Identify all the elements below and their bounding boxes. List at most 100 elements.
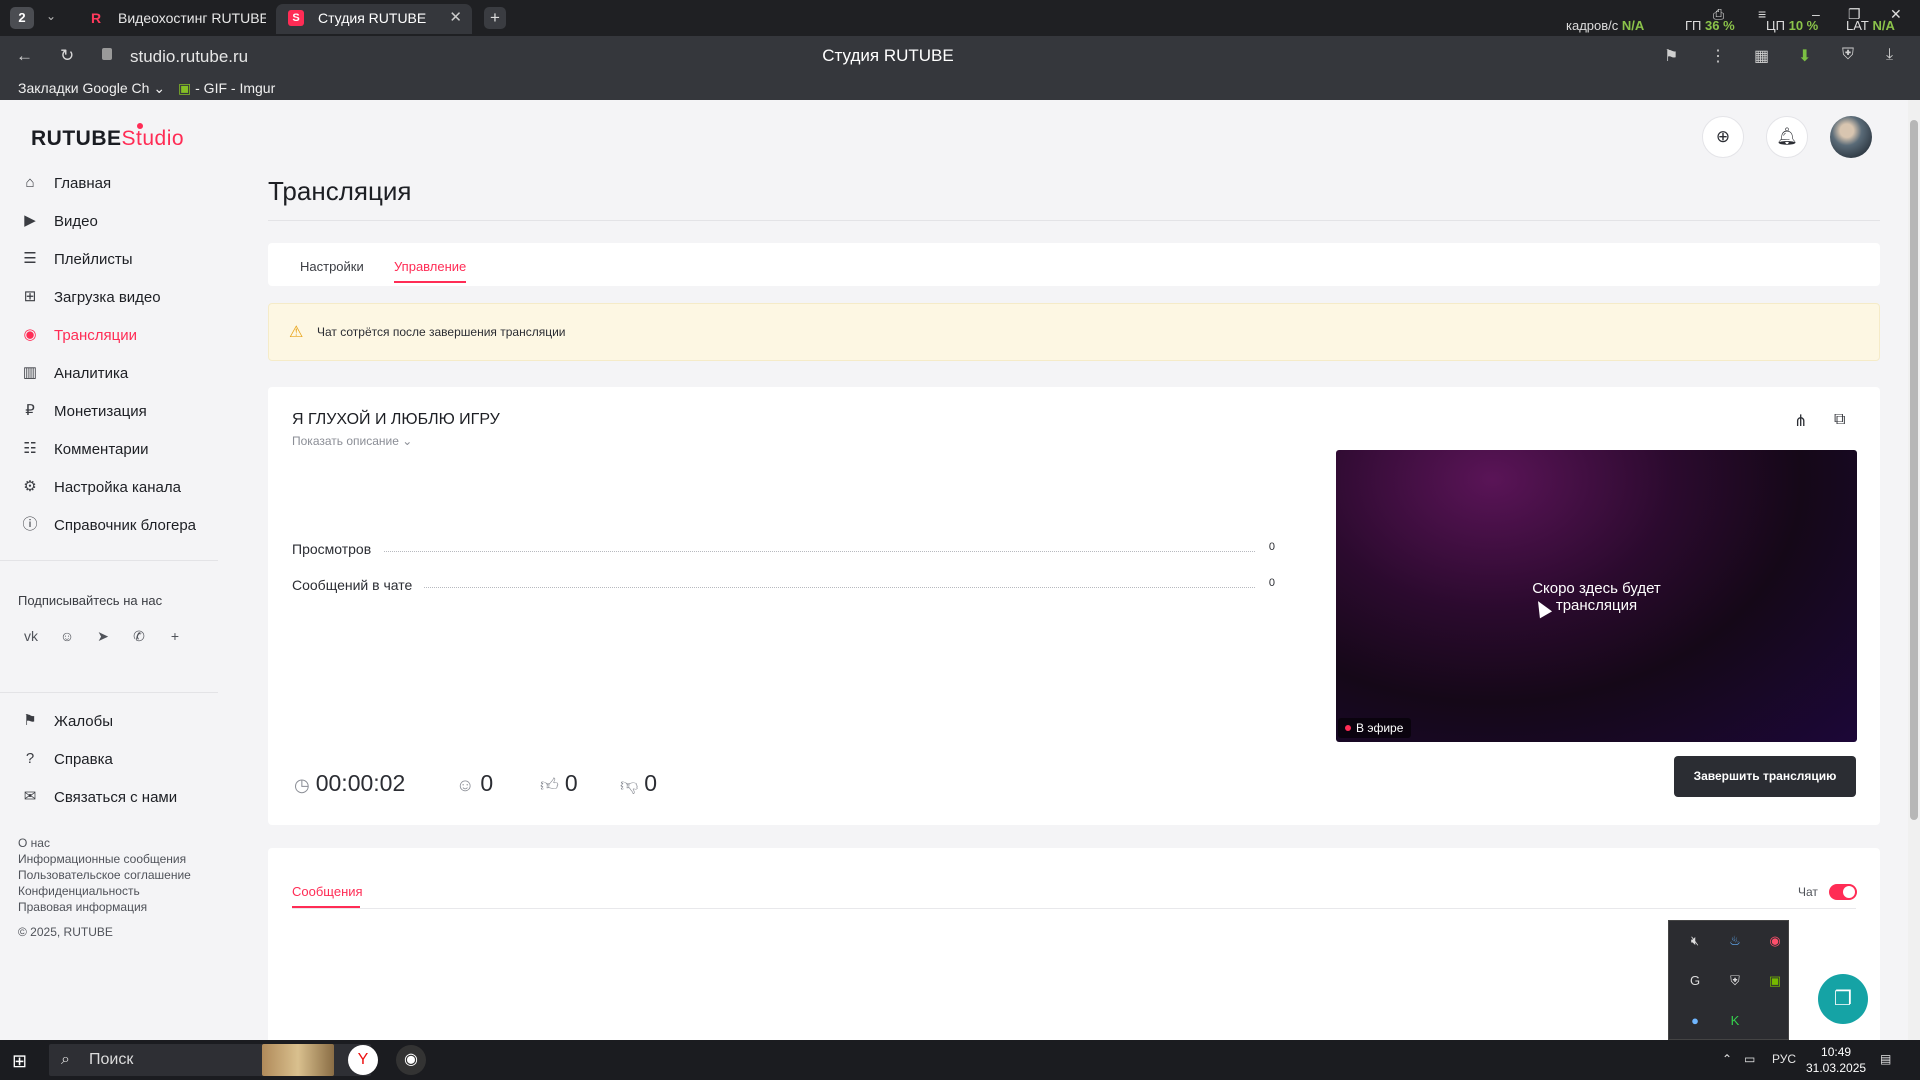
footer-link-privacy[interactable]: Конфиденциальность (18, 884, 140, 898)
add-content-button[interactable]: ⊕ (1702, 116, 1744, 158)
bookmark-panel-icon[interactable]: ⎙ (1713, 6, 1724, 23)
language-indicator[interactable]: РУС (1772, 1052, 1796, 1066)
sidebar-item-broadcasts[interactable]: ◉ Трансляции (0, 317, 220, 355)
footer-link-info[interactable]: Информационные сообщения (18, 852, 186, 866)
bookmark-google[interactable]: Закладки Google Ch ⌄ (18, 80, 165, 97)
page-scrollbar[interactable] (1908, 100, 1920, 1040)
thumbs-up-icon: 👍︎ (540, 775, 559, 795)
sidebar-item-upload[interactable]: ⊞ Загрузка видео (0, 279, 220, 317)
comments-icon: ☷ (23, 440, 37, 457)
tab-management[interactable]: Управление (394, 259, 466, 274)
odnoklassniki-icon[interactable]: ☺ (56, 625, 78, 647)
sidebar-item-video[interactable]: ▶ Видео (0, 203, 220, 241)
obs-icon[interactable]: ◉ (1765, 931, 1785, 951)
flag-icon: ⚑ (23, 712, 37, 729)
windows-start-icon[interactable]: ⊞ (12, 1051, 27, 1072)
scroll-thumb[interactable] (1910, 120, 1918, 820)
obs-taskbar-icon[interactable]: ◉ (396, 1045, 426, 1075)
restore-icon[interactable]: ❐ (1848, 6, 1861, 23)
warning-banner: ⚠ Чат сотрётся после завершения трансляц… (268, 303, 1880, 361)
footer-link-agreement[interactable]: Пользовательское соглашение (18, 868, 191, 882)
shield-icon[interactable]: ⛨ (1842, 46, 1854, 64)
browser-tab-rutube[interactable]: R Видеохостинг RUTUBE. С (76, 4, 266, 34)
sidebar-nav: ⌂ Главная ▶ Видео ☰ Плейлисты ⊞ Загрузка вид… (0, 165, 220, 545)
minimize-icon[interactable]: – (1812, 6, 1820, 22)
sidebar-item-blogger-guide[interactable]: ⓘ Справочник блогера (0, 507, 220, 545)
new-tab-button[interactable]: + (484, 7, 506, 29)
chat-toggle-label: Чат (1798, 885, 1818, 899)
tab-label: Студия RUTUBE (318, 10, 427, 26)
sidebar-item-comments[interactable]: ☷ Комментарии (0, 431, 220, 469)
sidebar-item-analytics[interactable]: ▥ Аналитика (0, 355, 220, 393)
kaspersky-icon[interactable]: K (1725, 1011, 1745, 1031)
more-icon[interactable]: ⋮ (1710, 46, 1726, 66)
more-social-icon[interactable]: + (164, 625, 186, 647)
stat-leader (384, 551, 1255, 552)
steam-icon[interactable]: ♨ (1725, 931, 1745, 951)
tab-count-button[interactable]: 2 (10, 7, 34, 29)
stream-preview-player[interactable]: Скоро здесь будет трансляция В эфире (1336, 450, 1857, 742)
windows-taskbar: ⊞ ⌕ Поиск Y ◉ ⌃ ▭ РУС 10:49 31.03.2025 ▤ (0, 1040, 1920, 1080)
tab-messages[interactable]: Сообщения (292, 884, 363, 899)
stat-label: Сообщений в чате (292, 577, 413, 593)
footer-link-about[interactable]: О нас (18, 836, 50, 850)
notifications-center-icon[interactable]: ▤ (1880, 1052, 1891, 1066)
stat-views: Просмотров 0 (292, 541, 1275, 559)
nvidia-icon[interactable]: ▣ (1765, 971, 1785, 991)
clock[interactable]: 10:49 31.03.2025 (1806, 1044, 1866, 1076)
tray-expand-icon[interactable]: ⌃ (1722, 1052, 1732, 1066)
sidebar-item-complaints[interactable]: ⚑ Жалобы (0, 703, 220, 741)
viber-icon[interactable]: ✆ (128, 625, 150, 647)
avatar[interactable] (1830, 116, 1872, 158)
tab-settings[interactable]: Настройки (300, 259, 364, 274)
stream-viewers: ☺ 0 (456, 770, 494, 796)
external-link-icon[interactable]: ⧉ (1834, 411, 1845, 429)
plus-square-icon: ⊕ (1715, 127, 1731, 146)
settings-icon: ⚙ (23, 478, 37, 495)
stat-label: Просмотров (292, 541, 372, 557)
logo-dot (137, 123, 143, 129)
download-icon[interactable]: ⤓ (1886, 46, 1893, 64)
bookmark-imgur[interactable]: ▣ - GIF - Imgur (178, 80, 275, 97)
bell-icon: 🔔︎ (1776, 127, 1798, 146)
sidebar-item-channel-settings[interactable]: ⚙ Настройка канала (0, 469, 220, 507)
security-icon[interactable]: ⛨ (1725, 971, 1745, 991)
network-app-icon[interactable]: ● (1685, 1011, 1705, 1031)
mute-icon[interactable]: 🔇︎ (1685, 931, 1705, 951)
support-chat-button[interactable]: ❐ (1818, 974, 1868, 1024)
chevron-down-icon[interactable]: ⌄ (46, 9, 56, 23)
sidebar-item-playlists[interactable]: ☰ Плейлисты (0, 241, 220, 279)
g-hub-icon[interactable]: G (1685, 971, 1705, 991)
mail-icon: ✉ (23, 788, 37, 805)
chat-toggle[interactable] (1829, 884, 1857, 900)
footer-link-legal[interactable]: Правовая информация (18, 900, 147, 914)
stream-likes: 👍︎ 0 (540, 770, 578, 796)
end-stream-button[interactable]: Завершить трансляцию (1674, 756, 1856, 797)
rutube-studio-logo[interactable]: RUTUBEStudio (31, 123, 184, 151)
bookmark-icon[interactable]: ⚑ (1664, 46, 1678, 66)
qr-icon[interactable]: ▦ (1754, 46, 1769, 66)
download-manager-icon[interactable]: ⬇ (1798, 46, 1811, 66)
page-title: Трансляция (268, 176, 412, 206)
active-tab-indicator (394, 281, 466, 283)
yandex-browser-icon[interactable]: Y (348, 1045, 378, 1075)
telegram-icon[interactable]: ➤ (92, 625, 114, 647)
notifications-button[interactable]: 🔔︎ (1766, 116, 1808, 158)
vk-icon[interactable]: vk (20, 625, 42, 647)
sidebar-item-home[interactable]: ⌂ Главная (0, 165, 220, 203)
sidebar-item-help[interactable]: ? Справка (0, 741, 220, 779)
sidebar-item-monetization[interactable]: ₽ Монетизация (0, 393, 220, 431)
chat-bubbles-icon: ❐ (1834, 988, 1852, 1010)
home-icon: ⌂ (25, 174, 35, 191)
share-icon[interactable]: ⋔ (1794, 411, 1807, 431)
close-icon[interactable]: ✕ (449, 4, 462, 32)
network-icon[interactable]: ▭ (1744, 1052, 1755, 1066)
menu-icon[interactable]: ≡ (1758, 6, 1766, 22)
browser-tab-studio[interactable]: S Студия RUTUBE ✕ (276, 4, 472, 34)
perf-fps: кадров/с N/A (1566, 18, 1645, 33)
sidebar-item-contact[interactable]: ✉ Связаться с нами (0, 779, 220, 817)
broadcast-icon: ◉ (23, 326, 37, 343)
window-close-icon[interactable]: ✕ (1890, 6, 1902, 23)
show-description-toggle[interactable]: Показать описание ⌄ (292, 434, 412, 448)
tray-overflow-popup: 🔇︎ ♨ ◉ G ⛨ ▣ ● K (1668, 920, 1789, 1040)
